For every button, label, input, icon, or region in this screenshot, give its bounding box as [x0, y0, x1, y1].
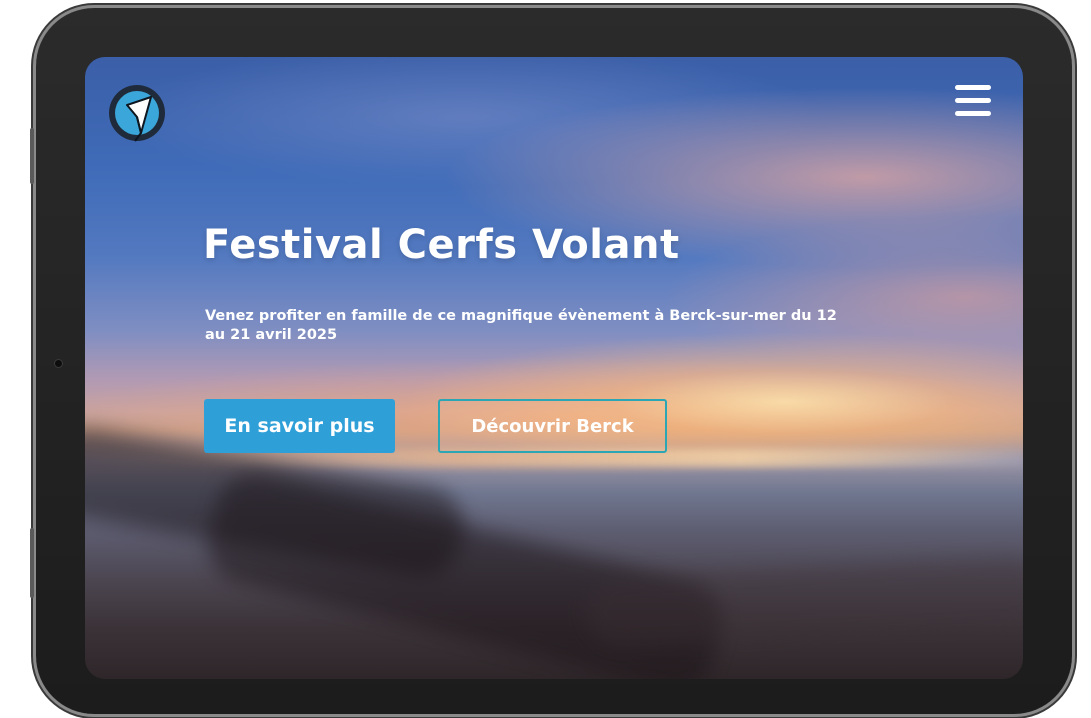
screen: Festival Cerfs Volant Venez profiter en …	[85, 57, 1023, 679]
background-streak	[199, 465, 731, 679]
kite-logo-icon[interactable]	[107, 83, 167, 145]
tablet-frame: Festival Cerfs Volant Venez profiter en …	[30, 8, 1072, 714]
volume-button	[30, 128, 34, 184]
discover-berck-button[interactable]: Découvrir Berck	[438, 399, 667, 453]
power-button	[30, 528, 34, 598]
hero-title: Festival Cerfs Volant	[203, 222, 680, 268]
front-camera	[55, 360, 62, 367]
learn-more-button[interactable]: En savoir plus	[204, 399, 395, 453]
hero-subtitle: Venez profiter en famille de ce magnifiq…	[205, 308, 837, 343]
hamburger-menu-icon[interactable]	[953, 83, 993, 119]
background-streak	[583, 555, 1023, 649]
